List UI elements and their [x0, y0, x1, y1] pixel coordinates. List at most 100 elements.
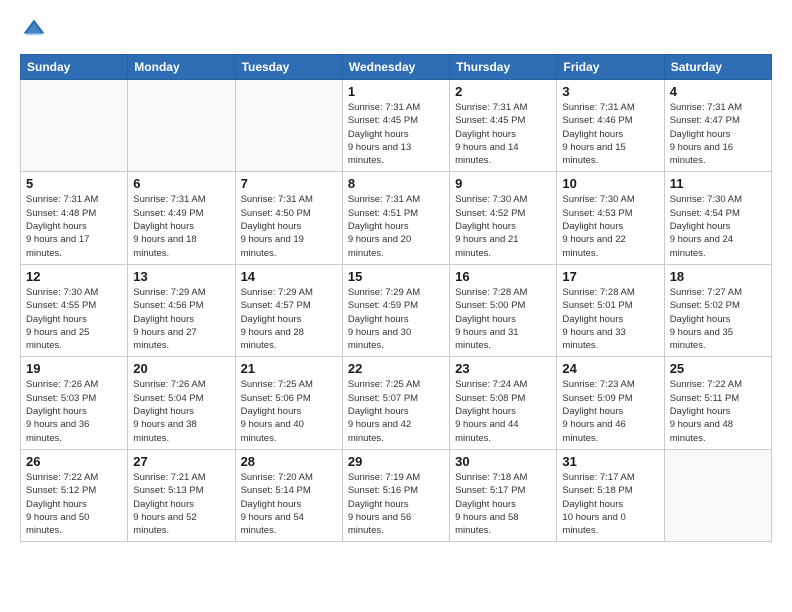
calendar-cell: 10 Sunrise: 7:30 AMSunset: 4:53 PMDayligh… — [557, 172, 664, 264]
weekday-header-wednesday: Wednesday — [342, 55, 449, 80]
calendar-cell: 30 Sunrise: 7:18 AMSunset: 5:17 PMDayligh… — [450, 449, 557, 541]
cell-content: Sunrise: 7:18 AMSunset: 5:17 PMDaylight … — [455, 471, 551, 537]
calendar-cell: 18 Sunrise: 7:27 AMSunset: 5:02 PMDayligh… — [664, 264, 771, 356]
cell-content: Sunrise: 7:28 AMSunset: 5:01 PMDaylight … — [562, 286, 658, 352]
cell-content: Sunrise: 7:24 AMSunset: 5:08 PMDaylight … — [455, 378, 551, 444]
cell-content: Sunrise: 7:22 AMSunset: 5:12 PMDaylight … — [26, 471, 122, 537]
weekday-header-monday: Monday — [128, 55, 235, 80]
cell-content: Sunrise: 7:25 AMSunset: 5:07 PMDaylight … — [348, 378, 444, 444]
calendar-cell — [21, 80, 128, 172]
week-row-1: 5Sunrise: 7:31 AMSunset: 4:48 PMDaylight… — [21, 172, 772, 264]
calendar-cell: 28 Sunrise: 7:20 AMSunset: 5:14 PMDayligh… — [235, 449, 342, 541]
day-number: 13 — [133, 269, 229, 284]
day-number: 12 — [26, 269, 122, 284]
weekday-header-saturday: Saturday — [664, 55, 771, 80]
cell-content: Sunrise: 7:30 AMSunset: 4:52 PMDaylight … — [455, 193, 551, 259]
week-row-4: 26 Sunrise: 7:22 AMSunset: 5:12 PMDayligh… — [21, 449, 772, 541]
calendar-body: 1 Sunrise: 7:31 AMSunset: 4:45 PMDaylight… — [21, 80, 772, 542]
calendar-cell: 11Sunrise: 7:30 AMSunset: 4:54 PMDayligh… — [664, 172, 771, 264]
cell-content: Sunrise: 7:25 AMSunset: 5:06 PMDaylight … — [241, 378, 337, 444]
calendar-cell: 29Sunrise: 7:19 AMSunset: 5:16 PMDayligh… — [342, 449, 449, 541]
cell-content: Sunrise: 7:20 AMSunset: 5:14 PMDaylight … — [241, 471, 337, 537]
day-number: 29 — [348, 454, 444, 469]
calendar-cell: 2Sunrise: 7:31 AMSunset: 4:45 PMDaylight… — [450, 80, 557, 172]
day-number: 18 — [670, 269, 766, 284]
day-number: 7 — [241, 176, 337, 191]
day-number: 17 — [562, 269, 658, 284]
calendar-cell: 17 Sunrise: 7:28 AMSunset: 5:01 PMDayligh… — [557, 264, 664, 356]
calendar-table: SundayMondayTuesdayWednesdayThursdayFrid… — [20, 54, 772, 542]
calendar-cell: 13 Sunrise: 7:29 AMSunset: 4:56 PMDayligh… — [128, 264, 235, 356]
calendar-cell: 25 Sunrise: 7:22 AMSunset: 5:11 PMDayligh… — [664, 357, 771, 449]
cell-content: Sunrise: 7:31 AMSunset: 4:45 PMDaylight … — [348, 101, 444, 167]
day-number: 21 — [241, 361, 337, 376]
header — [20, 16, 772, 44]
cell-content: Sunrise: 7:31 AMSunset: 4:49 PMDaylight … — [133, 193, 229, 259]
day-number: 1 — [348, 84, 444, 99]
cell-content: Sunrise: 7:29 AMSunset: 4:56 PMDaylight … — [133, 286, 229, 352]
cell-content: Sunrise: 7:30 AMSunset: 4:53 PMDaylight … — [562, 193, 658, 259]
cell-content: Sunrise: 7:26 AMSunset: 5:03 PMDaylight … — [26, 378, 122, 444]
day-number: 27 — [133, 454, 229, 469]
cell-content: Sunrise: 7:22 AMSunset: 5:11 PMDaylight … — [670, 378, 766, 444]
week-row-0: 1 Sunrise: 7:31 AMSunset: 4:45 PMDaylight… — [21, 80, 772, 172]
day-number: 10 — [562, 176, 658, 191]
cell-content: Sunrise: 7:28 AMSunset: 5:00 PMDaylight … — [455, 286, 551, 352]
cell-content: Sunrise: 7:23 AMSunset: 5:09 PMDaylight … — [562, 378, 658, 444]
week-row-2: 12 Sunrise: 7:30 AMSunset: 4:55 PMDayligh… — [21, 264, 772, 356]
weekday-header-friday: Friday — [557, 55, 664, 80]
calendar-cell: 7 Sunrise: 7:31 AMSunset: 4:50 PMDaylight… — [235, 172, 342, 264]
calendar-cell: 22 Sunrise: 7:25 AMSunset: 5:07 PMDayligh… — [342, 357, 449, 449]
calendar-cell: 24Sunrise: 7:23 AMSunset: 5:09 PMDayligh… — [557, 357, 664, 449]
calendar-cell: 8Sunrise: 7:31 AMSunset: 4:51 PMDaylight… — [342, 172, 449, 264]
day-number: 19 — [26, 361, 122, 376]
day-number: 22 — [348, 361, 444, 376]
cell-content: Sunrise: 7:30 AMSunset: 4:55 PMDaylight … — [26, 286, 122, 352]
cell-content: Sunrise: 7:31 AMSunset: 4:46 PMDaylight … — [562, 101, 658, 167]
cell-content: Sunrise: 7:31 AMSunset: 4:47 PMDaylight … — [670, 101, 766, 167]
calendar-cell — [128, 80, 235, 172]
weekday-header-thursday: Thursday — [450, 55, 557, 80]
calendar-cell: 6 Sunrise: 7:31 AMSunset: 4:49 PMDaylight… — [128, 172, 235, 264]
day-number: 30 — [455, 454, 551, 469]
calendar-cell: 15 Sunrise: 7:29 AMSunset: 4:59 PMDayligh… — [342, 264, 449, 356]
calendar-cell: 5Sunrise: 7:31 AMSunset: 4:48 PMDaylight… — [21, 172, 128, 264]
cell-content: Sunrise: 7:29 AMSunset: 4:59 PMDaylight … — [348, 286, 444, 352]
calendar-cell: 12 Sunrise: 7:30 AMSunset: 4:55 PMDayligh… — [21, 264, 128, 356]
weekday-header-sunday: Sunday — [21, 55, 128, 80]
day-number: 31 — [562, 454, 658, 469]
cell-content: Sunrise: 7:26 AMSunset: 5:04 PMDaylight … — [133, 378, 229, 444]
cell-content: Sunrise: 7:29 AMSunset: 4:57 PMDaylight … — [241, 286, 337, 352]
cell-content: Sunrise: 7:31 AMSunset: 4:51 PMDaylight … — [348, 193, 444, 259]
day-number: 3 — [562, 84, 658, 99]
calendar-cell — [235, 80, 342, 172]
calendar-cell: 31 Sunrise: 7:17 AMSunset: 5:18 PMDayligh… — [557, 449, 664, 541]
logo — [20, 16, 52, 44]
calendar-cell: 23Sunrise: 7:24 AMSunset: 5:08 PMDayligh… — [450, 357, 557, 449]
calendar-cell: 27 Sunrise: 7:21 AMSunset: 5:13 PMDayligh… — [128, 449, 235, 541]
weekday-row: SundayMondayTuesdayWednesdayThursdayFrid… — [21, 55, 772, 80]
calendar-cell: 14 Sunrise: 7:29 AMSunset: 4:57 PMDayligh… — [235, 264, 342, 356]
page: SundayMondayTuesdayWednesdayThursdayFrid… — [0, 0, 792, 612]
cell-content: Sunrise: 7:21 AMSunset: 5:13 PMDaylight … — [133, 471, 229, 537]
calendar-cell: 21 Sunrise: 7:25 AMSunset: 5:06 PMDayligh… — [235, 357, 342, 449]
day-number: 25 — [670, 361, 766, 376]
cell-content: Sunrise: 7:27 AMSunset: 5:02 PMDaylight … — [670, 286, 766, 352]
calendar-cell: 9Sunrise: 7:30 AMSunset: 4:52 PMDaylight… — [450, 172, 557, 264]
calendar-cell: 4 Sunrise: 7:31 AMSunset: 4:47 PMDaylight… — [664, 80, 771, 172]
day-number: 4 — [670, 84, 766, 99]
day-number: 26 — [26, 454, 122, 469]
cell-content: Sunrise: 7:31 AMSunset: 4:50 PMDaylight … — [241, 193, 337, 259]
day-number: 28 — [241, 454, 337, 469]
cell-content: Sunrise: 7:31 AMSunset: 4:45 PMDaylight … — [455, 101, 551, 167]
day-number: 11 — [670, 176, 766, 191]
logo-icon — [20, 16, 48, 44]
cell-content: Sunrise: 7:17 AMSunset: 5:18 PMDaylight … — [562, 471, 658, 537]
weekday-header-tuesday: Tuesday — [235, 55, 342, 80]
day-number: 15 — [348, 269, 444, 284]
calendar-cell: 1 Sunrise: 7:31 AMSunset: 4:45 PMDaylight… — [342, 80, 449, 172]
day-number: 14 — [241, 269, 337, 284]
day-number: 6 — [133, 176, 229, 191]
day-number: 20 — [133, 361, 229, 376]
calendar-header: SundayMondayTuesdayWednesdayThursdayFrid… — [21, 55, 772, 80]
